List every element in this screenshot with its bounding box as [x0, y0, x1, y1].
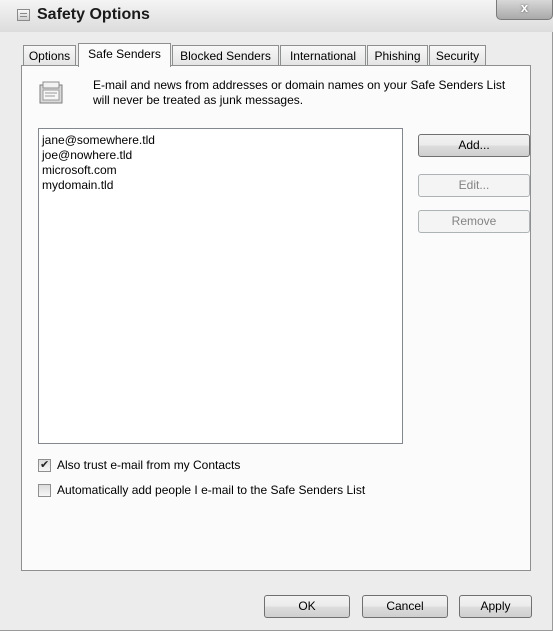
window-title: Safety Options: [37, 6, 150, 23]
close-button[interactable]: x: [496, 0, 553, 20]
window-icon: [17, 9, 30, 21]
cancel-button[interactable]: Cancel: [362, 595, 448, 618]
safe-senders-list[interactable]: jane@somewhere.tld joe@nowhere.tld micro…: [38, 128, 403, 444]
auto-add-label[interactable]: Automatically add people I e-mail to the…: [57, 482, 365, 498]
trust-contacts-label[interactable]: Also trust e-mail from my Contacts: [57, 457, 240, 473]
close-icon: x: [520, 0, 529, 15]
envelope-list-icon: [39, 81, 63, 104]
tab-security[interactable]: Security: [429, 45, 486, 65]
list-item[interactable]: microsoft.com: [42, 163, 402, 178]
add-button[interactable]: Add...: [418, 134, 530, 157]
tab-blocked-senders[interactable]: Blocked Senders: [172, 45, 279, 65]
remove-button[interactable]: Remove: [418, 210, 530, 233]
ok-button[interactable]: OK: [264, 595, 350, 618]
list-item[interactable]: jane@somewhere.tld: [42, 133, 402, 148]
title-bar[interactable]: Safety Options x: [0, 0, 553, 32]
tab-phishing[interactable]: Phishing: [367, 45, 428, 65]
auto-add-checkbox[interactable]: [38, 484, 51, 497]
trust-contacts-checkbox[interactable]: [38, 457, 51, 473]
tab-options[interactable]: Options: [23, 45, 76, 65]
list-item[interactable]: mydomain.tld: [42, 178, 402, 193]
tab-safe-senders[interactable]: Safe Senders: [78, 43, 171, 67]
apply-button[interactable]: Apply: [459, 595, 532, 618]
edit-button[interactable]: Edit...: [418, 174, 530, 197]
tab-international[interactable]: International: [280, 45, 366, 65]
safety-options-window: Safety Options x Options Safe Senders Bl…: [0, 0, 553, 631]
panel-description: E-mail and news from addresses or domain…: [93, 78, 506, 107]
list-item[interactable]: joe@nowhere.tld: [42, 148, 402, 163]
